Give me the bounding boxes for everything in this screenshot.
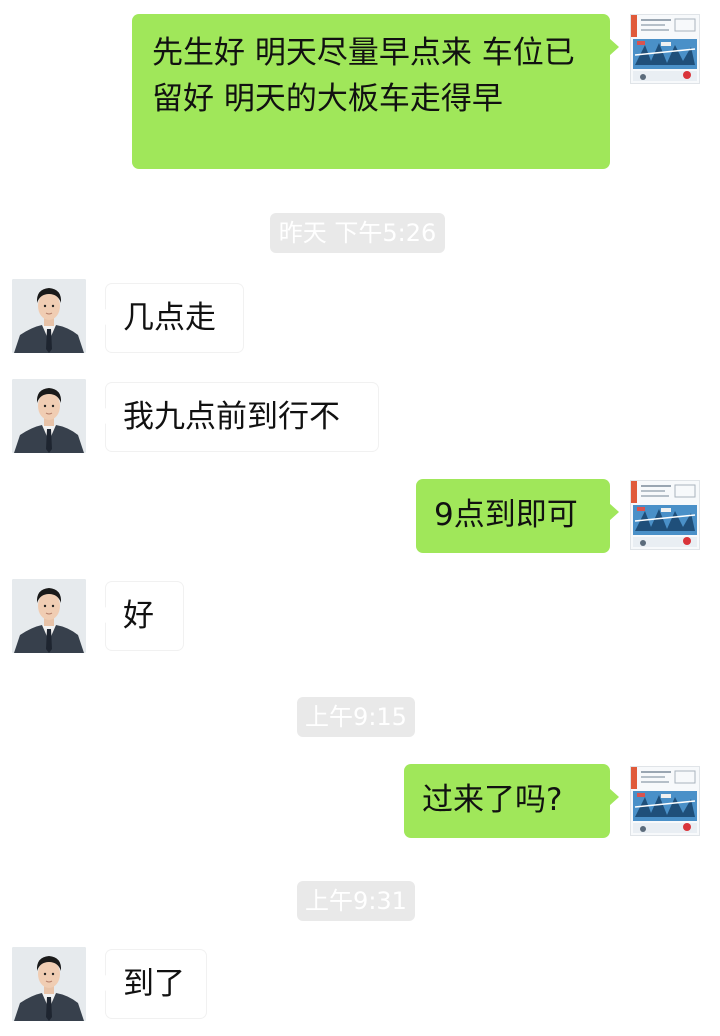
man-in-suit-photo <box>12 579 86 653</box>
self-avatar[interactable] <box>630 480 700 550</box>
message-text: 先生好 明天尽量早点来 车位已留好 明天的大板车走得早 <box>152 35 575 117</box>
incoming-message[interactable]: 好 <box>97 582 183 650</box>
timestamp: 上午9:31 <box>297 881 415 921</box>
timestamp-text: 上午9:15 <box>305 703 407 731</box>
timestamp-text: 上午9:31 <box>305 887 407 915</box>
message-text: 到了 <box>123 966 185 1002</box>
message-text: 过来了吗? <box>422 782 563 818</box>
self-avatar[interactable] <box>630 766 700 836</box>
contact-avatar[interactable] <box>12 379 86 453</box>
man-in-suit-photo <box>12 947 86 1021</box>
message-text: 好 <box>123 598 154 634</box>
self-avatar[interactable] <box>630 14 700 84</box>
man-in-suit-photo <box>12 379 86 453</box>
message-text: 我九点前到行不 <box>123 399 340 435</box>
contact-avatar[interactable] <box>12 579 86 653</box>
man-in-suit-photo <box>12 279 86 353</box>
timestamp: 昨天 下午5:26 <box>270 213 445 253</box>
timestamp: 上午9:15 <box>297 697 415 737</box>
incoming-message[interactable]: 几点走 <box>97 284 243 352</box>
outgoing-message[interactable]: 9点到即可 <box>416 479 619 553</box>
incoming-message[interactable]: 到了 <box>97 950 206 1018</box>
contact-avatar[interactable] <box>12 279 86 353</box>
message-text: 几点走 <box>123 300 216 336</box>
outgoing-message[interactable]: 先生好 明天尽量早点来 车位已留好 明天的大板车走得早 <box>132 14 619 169</box>
car-transport-company-logo <box>631 767 699 835</box>
message-text: 9点到即可 <box>434 497 578 533</box>
chat-screen: 先生好 明天尽量早点来 车位已留好 明天的大板车走得早 昨天 下午5:26 几点… <box>0 0 720 1036</box>
car-transport-company-logo <box>631 15 699 83</box>
outgoing-message[interactable]: 过来了吗? <box>404 764 619 838</box>
incoming-message[interactable]: 我九点前到行不 <box>97 383 378 451</box>
contact-avatar[interactable] <box>12 947 86 1021</box>
timestamp-text: 昨天 下午5:26 <box>278 219 437 247</box>
car-transport-company-logo <box>631 481 699 549</box>
